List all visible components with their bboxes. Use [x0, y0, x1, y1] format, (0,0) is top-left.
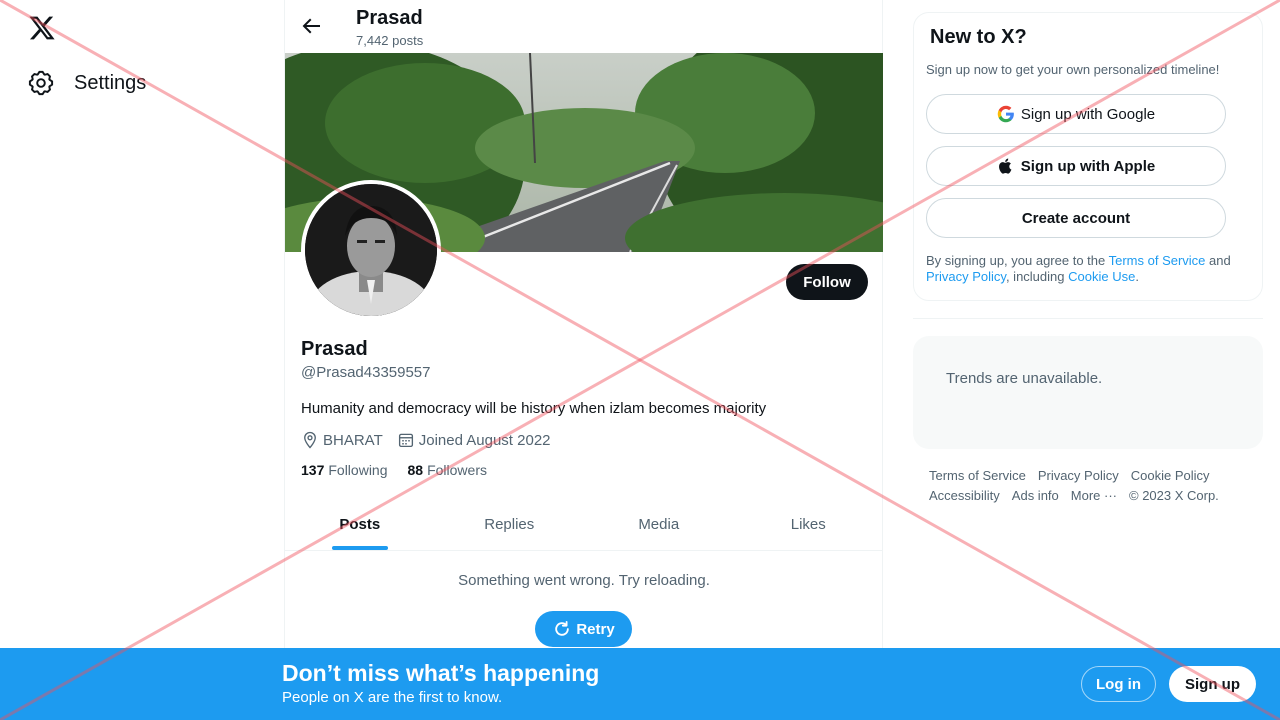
terms-of-service-link[interactable]: Terms of Service [1109, 253, 1206, 268]
profile-avatar[interactable] [301, 180, 441, 320]
signup-google-label: Sign up with Google [1020, 105, 1156, 123]
divider [913, 318, 1263, 319]
profile-header-bar: Prasad 7,442 posts [285, 0, 882, 53]
signup-terms: By signing up, you agree to the Terms of… [926, 253, 1251, 285]
tab-media-label: Media [638, 515, 680, 533]
following-label: Following [328, 462, 388, 478]
terms-suffix: . [1135, 269, 1139, 284]
tab-likes[interactable]: Likes [734, 498, 884, 550]
signup-card: New to X? Sign up now to get your own pe… [913, 12, 1263, 301]
terms-and: and [1205, 253, 1231, 268]
settings-label: Settings [74, 71, 147, 94]
profile-column: Prasad 7,442 posts Follow Prasad @Prasad… [284, 0, 883, 720]
signup-apple-button[interactable]: Sign up with Apple [926, 146, 1226, 186]
footer-accessibility-link[interactable]: Accessibility [929, 488, 1000, 503]
terms-including: , including [1005, 269, 1069, 284]
tab-likes-label: Likes [790, 515, 826, 533]
privacy-policy-link[interactable]: Privacy Policy [926, 269, 1006, 284]
signup-card-subtitle: Sign up now to get your own personalized… [926, 62, 1220, 77]
header-title: Prasad [356, 7, 423, 29]
followers-label: Followers [427, 462, 487, 478]
create-account-button[interactable]: Create account [926, 198, 1226, 238]
google-icon [997, 105, 1014, 123]
terms-prefix: By signing up, you agree to the [926, 253, 1109, 268]
footer-terms-link[interactable]: Terms of Service [929, 468, 1026, 483]
footer-privacy-link[interactable]: Privacy Policy [1038, 468, 1119, 483]
feed-error-message: Something went wrong. Try reloading. [458, 572, 710, 589]
trends-message: Trends are unavailable. [946, 370, 1103, 387]
tab-posts[interactable]: Posts [285, 498, 435, 550]
login-button[interactable]: Log in [1081, 666, 1156, 702]
profile-name: Prasad [301, 338, 368, 360]
location-text: BHARAT [323, 431, 383, 449]
gear-icon [28, 70, 54, 96]
followers-count: 88 [407, 462, 424, 478]
profile-stats: 137 Following 88 Followers [301, 462, 487, 478]
retry-button[interactable]: Retry [535, 611, 632, 647]
tab-replies[interactable]: Replies [435, 498, 585, 550]
back-arrow-icon[interactable] [299, 14, 323, 38]
post-count: 7,442 posts [356, 33, 424, 48]
signup-google-button[interactable]: Sign up with Google [926, 94, 1226, 134]
refresh-icon [555, 621, 570, 636]
cookie-use-link[interactable]: Cookie Use [1068, 269, 1135, 284]
left-navigation: Settings [0, 0, 284, 720]
footer-cookie-link[interactable]: Cookie Policy [1131, 468, 1210, 483]
joined-item: Joined August 2022 [397, 431, 551, 449]
create-account-label: Create account [1021, 209, 1131, 227]
profile-tabs: Posts Replies Media Likes [285, 498, 883, 551]
tab-posts-label: Posts [339, 515, 381, 533]
tab-replies-label: Replies [484, 515, 535, 533]
signup-button[interactable]: Sign up [1169, 666, 1256, 702]
following-link[interactable]: 137 Following [301, 462, 388, 478]
bottom-bar-subtitle: People on X are the first to know. [282, 689, 503, 706]
bottom-signup-bar: Don’t miss what’s happening People on X … [0, 648, 1280, 720]
x-logo-icon[interactable] [28, 14, 56, 42]
follow-button[interactable]: Follow [786, 264, 868, 300]
retry-label: Retry [576, 620, 615, 638]
settings-nav-item[interactable]: Settings [28, 68, 146, 98]
trends-card: Trends are unavailable. [913, 336, 1263, 449]
footer-copyright: © 2023 X Corp. [1129, 488, 1219, 503]
footer-links: Terms of Service Privacy Policy Cookie Pol… [929, 466, 1249, 506]
active-tab-indicator [331, 546, 388, 550]
avatar-image [305, 184, 437, 316]
location-item: BHARAT [301, 431, 383, 449]
apple-icon [998, 158, 1012, 174]
bottom-bar-title: Don’t miss what’s happening [282, 660, 600, 686]
joined-text: Joined August 2022 [418, 431, 551, 449]
signup-apple-label: Sign up with Apple [1020, 157, 1156, 175]
location-pin-icon [304, 431, 316, 449]
profile-meta: BHARAT Joined August 2022 [301, 431, 565, 449]
profile-handle: @Prasad43359557 [301, 364, 431, 381]
following-count: 137 [301, 462, 325, 478]
followers-link[interactable]: 88 Followers [408, 462, 487, 478]
footer-ads-link[interactable]: Ads info [1012, 488, 1059, 503]
footer-more-link[interactable]: More ··· [1071, 488, 1117, 503]
tab-media[interactable]: Media [584, 498, 734, 550]
profile-bio: Humanity and democracy will be history w… [301, 400, 767, 417]
calendar-icon [398, 433, 413, 448]
signup-card-title: New to X? [930, 26, 1027, 48]
